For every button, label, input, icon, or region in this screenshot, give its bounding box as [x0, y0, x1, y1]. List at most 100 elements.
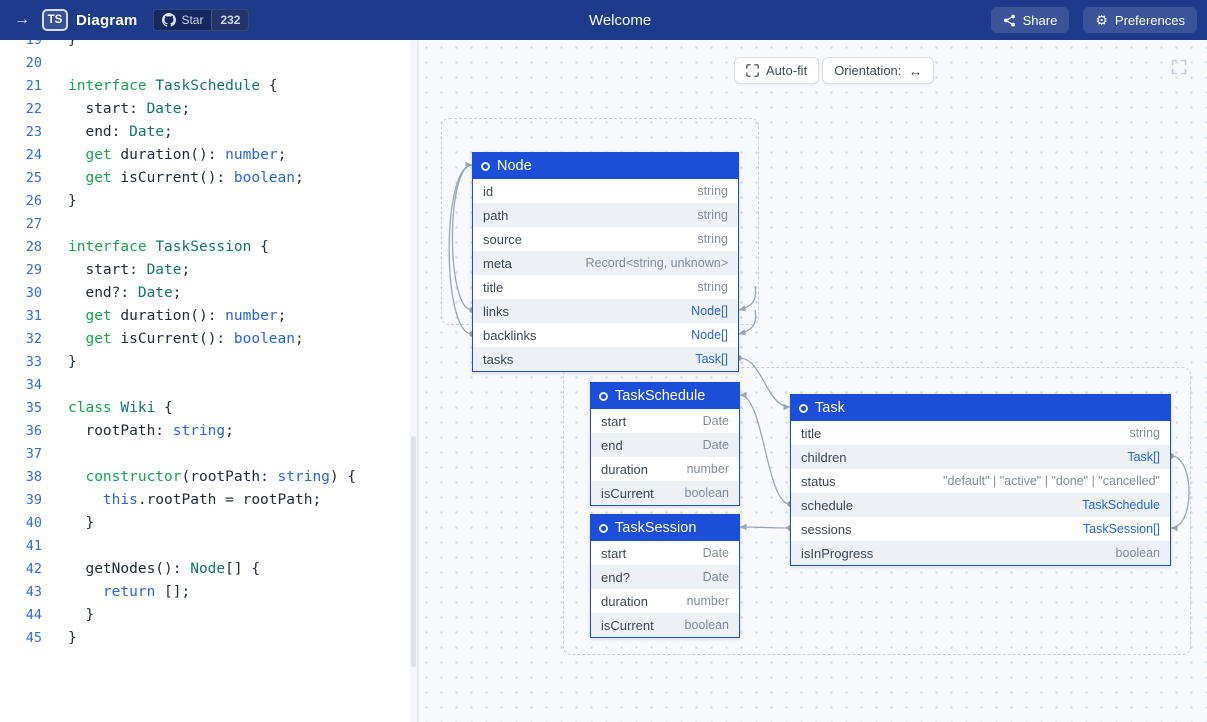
code-line: 28interface TaskSession {	[0, 234, 417, 257]
code-text: }	[68, 630, 77, 646]
code-text: }	[68, 354, 77, 370]
code-line: 40 }	[0, 510, 417, 533]
line-number: 43	[0, 581, 42, 604]
github-star-button[interactable]: Star 232	[153, 9, 249, 31]
line-number: 32	[0, 328, 42, 351]
field-name: meta	[483, 256, 512, 271]
code-line: 42 getNodes(): Node[] {	[0, 556, 417, 579]
field-type: Record<string, unknown>	[586, 256, 728, 270]
field-type: Date	[703, 414, 729, 428]
entity-row: backlinks Node[]	[473, 323, 738, 347]
orientation-button[interactable]: Orientation: ↔	[822, 57, 934, 84]
editor-scrollbar[interactable]	[410, 40, 417, 722]
field-type: number	[687, 594, 729, 608]
code-line: 23 end: Date;	[0, 119, 417, 142]
field-name: start	[601, 414, 626, 429]
orientation-label: Orientation:	[834, 63, 901, 78]
field-type: Node[]	[691, 328, 728, 342]
code-line: 37	[0, 441, 417, 464]
app-logo: TS Diagram	[42, 9, 137, 31]
port-icon	[599, 524, 608, 533]
entity-row: status"default" | "active" | "done" | "c…	[791, 469, 1170, 493]
code-line: 29 start: Date;	[0, 257, 417, 280]
preferences-button[interactable]: ⚙ Preferences	[1083, 7, 1197, 33]
field-name: end?	[601, 570, 630, 585]
code-text: }	[68, 40, 77, 48]
code-line: 43 return [];	[0, 579, 417, 602]
entity-row: tasksTask[]	[473, 347, 738, 371]
field-type: "default" | "active" | "done" | "cancell…	[943, 474, 1160, 488]
entity-row: pathstring	[473, 203, 738, 227]
field-name: links	[483, 304, 509, 319]
entity-row: childrenTask[]	[791, 445, 1170, 469]
field-name: tasks	[483, 352, 513, 367]
auto-fit-button[interactable]: Auto-fit	[734, 57, 819, 84]
code-text: rootPath: string;	[68, 423, 234, 439]
code-text: this.rootPath = rootPath;	[68, 492, 321, 508]
entity-name: Node	[497, 158, 532, 174]
code-line: 20	[0, 50, 417, 73]
line-number: 40	[0, 512, 42, 535]
share-label: Share	[1023, 13, 1058, 28]
code-text: }	[68, 607, 94, 623]
code-text: start: Date;	[68, 262, 190, 278]
field-type: Date	[703, 570, 729, 584]
line-number: 20	[0, 52, 42, 75]
page-title: Welcome	[249, 12, 990, 29]
line-number: 29	[0, 259, 42, 282]
entity-node[interactable]: Node idstringpathstringsourcestring meta Re…	[472, 152, 739, 372]
field-name: schedule	[801, 498, 853, 513]
field-type: boolean	[1116, 546, 1161, 560]
sidebar-toggle-icon[interactable]: →	[12, 11, 32, 29]
code-lines: 19}2021interface TaskSchedule {22 start:…	[0, 40, 417, 648]
ts-logo-badge: TS	[42, 9, 68, 31]
entity-header: Task	[791, 395, 1170, 421]
field-type: string	[1129, 426, 1160, 440]
entity-row: titlestring	[473, 275, 738, 299]
entity-row: isCurrentboolean	[591, 613, 739, 637]
code-text: end: Date;	[68, 124, 173, 140]
line-number: 42	[0, 558, 42, 581]
entity-row: idstring	[473, 179, 738, 203]
editor-scrollbar-thumb[interactable]	[411, 436, 416, 668]
code-line: 33}	[0, 349, 417, 372]
code-line: 34	[0, 372, 417, 395]
fullscreen-icon[interactable]	[1171, 59, 1187, 80]
line-number: 41	[0, 535, 42, 558]
code-editor[interactable]: 19}2021interface TaskSchedule {22 start:…	[0, 40, 419, 722]
auto-fit-label: Auto-fit	[766, 63, 807, 78]
field-type: Date	[703, 438, 729, 452]
code-text: class Wiki {	[68, 400, 173, 416]
code-line: 21interface TaskSchedule {	[0, 73, 417, 96]
entity-header: TaskSession	[591, 515, 739, 541]
share-button[interactable]: Share	[991, 7, 1070, 33]
entity-task[interactable]: TasktitlestringchildrenTask[]status"defa…	[790, 394, 1171, 566]
line-number: 26	[0, 190, 42, 213]
code-line: 36 rootPath: string;	[0, 418, 417, 441]
entity-row: titlestring	[791, 421, 1170, 445]
entity-name: TaskSession	[615, 520, 696, 536]
code-text: end?: Date;	[68, 285, 182, 301]
code-text: }	[68, 515, 94, 531]
entity-row: durationnumber	[591, 457, 739, 481]
code-text: get duration(): number;	[68, 308, 286, 324]
code-line: 31 get duration(): number;	[0, 303, 417, 326]
field-name: backlinks	[483, 328, 536, 343]
field-name: isInProgress	[801, 546, 873, 561]
field-type: Node[]	[691, 304, 728, 318]
entity-row: sourcestring	[473, 227, 738, 251]
code-text: return [];	[68, 584, 190, 600]
entity-header: TaskSchedule	[591, 383, 739, 409]
line-number: 27	[0, 213, 42, 236]
line-number: 24	[0, 144, 42, 167]
topbar-right: Share ⚙ Preferences	[991, 7, 1197, 33]
entity-row: isInProgress boolean	[791, 541, 1170, 565]
entity-taskschedule[interactable]: TaskSchedulestartDateendDatedurationnumb…	[590, 382, 740, 506]
line-number: 21	[0, 75, 42, 98]
diagram-canvas[interactable]: Node idstringpathstringsourcestring meta Re…	[419, 40, 1207, 722]
github-star-main[interactable]: Star	[154, 10, 211, 30]
star-count-badge: 232	[211, 10, 248, 30]
entity-tasksession[interactable]: TaskSessionstartDateend?Datedurationnumb…	[590, 514, 740, 638]
entity-row: start Date	[591, 409, 739, 433]
entity-row: end? Date	[591, 565, 739, 589]
